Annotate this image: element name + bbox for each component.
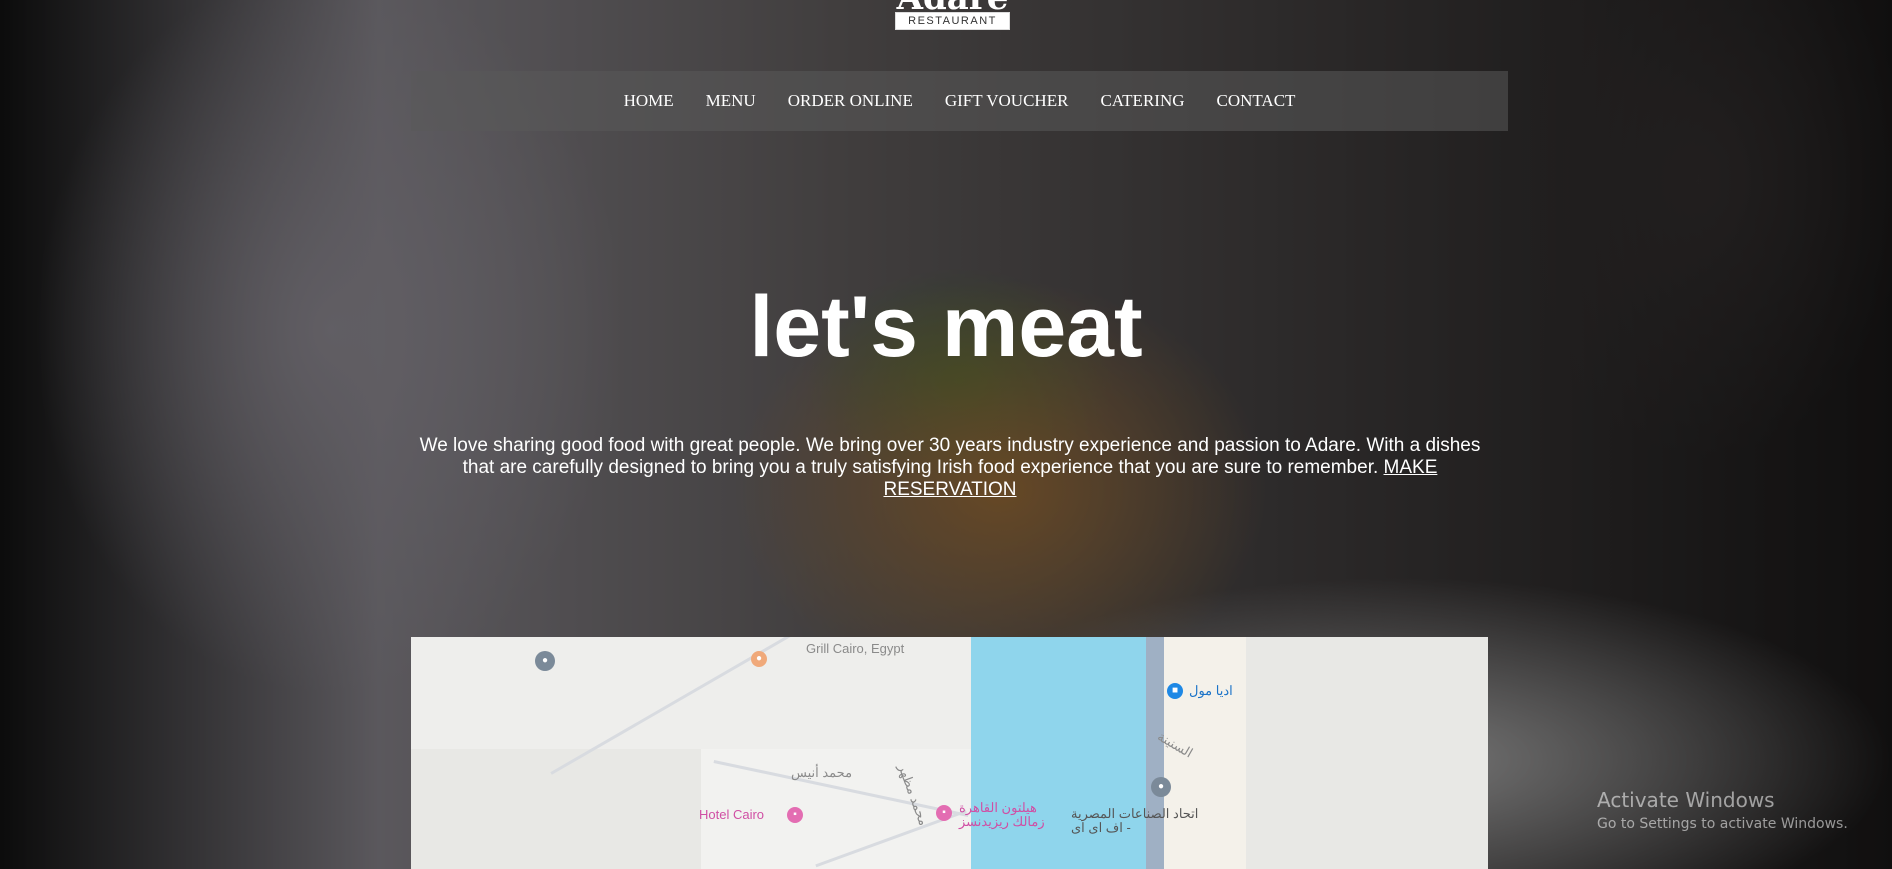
hotel-marker-icon[interactable]: ▪ (787, 807, 803, 823)
map-label-grill: Grill Cairo, Egypt (806, 641, 905, 656)
logo-badge: RESTAURANT (895, 12, 1010, 30)
map-marker-icon[interactable]: ● (1151, 777, 1171, 797)
nav-gift-voucher[interactable]: GIFT VOUCHER (945, 91, 1069, 111)
intro-paragraph: We love sharing good food with great peo… (419, 435, 1481, 478)
nav-order-online[interactable]: ORDER ONLINE (788, 91, 913, 111)
hero-headline: let's meat (749, 279, 1143, 375)
watermark-title: Activate Windows (1597, 788, 1775, 812)
nav-contact[interactable]: CONTACT (1217, 91, 1296, 111)
map-label-hotel: Hotel Cairo (699, 807, 765, 822)
map-label-hilton: هيلتون القاهرة زمالك ريزيدنسز (959, 800, 1045, 829)
hotel-marker-icon[interactable]: ▪ (936, 805, 952, 821)
hero-intro-text: We love sharing good food with great peo… (418, 435, 1482, 501)
nav-home[interactable]: HOME (624, 91, 674, 111)
shopping-marker-icon[interactable]: ■ (1167, 683, 1183, 699)
main-navigation: HOME MENU ORDER ONLINE GIFT VOUCHER CATE… (411, 71, 1508, 131)
windows-activation-watermark: Activate Windows Go to Settings to activ… (1597, 788, 1848, 832)
map-marker-icon[interactable]: ● (535, 651, 555, 671)
map-label-street: محمد أنيس (791, 765, 853, 780)
watermark-subtitle: Go to Settings to activate Windows. (1597, 816, 1848, 832)
map-label-union: اتحاد الصناعات المصرية - اف اى اى (1071, 806, 1199, 835)
location-map[interactable]: ● ● Grill Cairo, Egypt ▪ Hotel Cairo ▪ ه… (411, 637, 1488, 869)
nav-catering[interactable]: CATERING (1100, 91, 1184, 111)
restaurant-logo[interactable]: Adare RESTAURANT (895, 0, 1010, 30)
map-marker-icon[interactable]: ● (751, 651, 767, 667)
map-label-mall: اديا مول (1189, 683, 1233, 698)
nav-menu[interactable]: MENU (706, 91, 756, 111)
